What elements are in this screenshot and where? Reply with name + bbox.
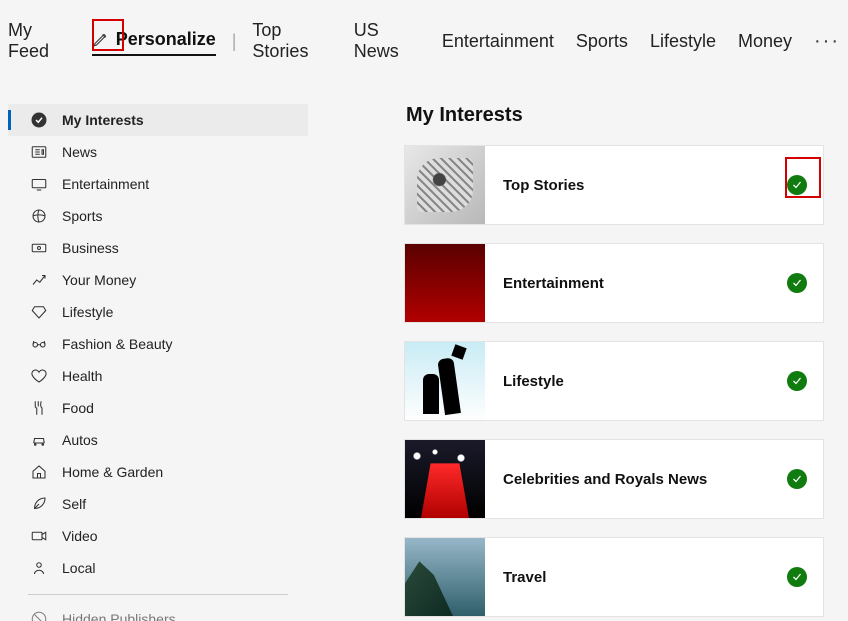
interest-card-entertainment[interactable]: Entertainment [404, 243, 824, 323]
sidebar-item-label: Local [62, 560, 95, 576]
top-nav: My Feed Personalize | Top Stories US New… [0, 0, 848, 76]
sidebar-item-video[interactable]: Video [8, 520, 308, 552]
ball-icon [30, 207, 48, 225]
sidebar-item-business[interactable]: Business [8, 232, 308, 264]
nav-entertainment[interactable]: Entertainment [442, 29, 554, 54]
interest-toggle-check[interactable] [787, 371, 807, 391]
sidebar-item-label: Health [62, 368, 102, 384]
sidebar-separator [28, 594, 288, 595]
nav-lifestyle[interactable]: Lifestyle [650, 29, 716, 54]
sidebar-item-autos[interactable]: Autos [8, 424, 308, 456]
chart-icon [30, 271, 48, 289]
interest-card-lifestyle[interactable]: Lifestyle [404, 341, 824, 421]
interest-card-label: Travel [485, 569, 787, 586]
sidebar-item-lifestyle[interactable]: Lifestyle [8, 296, 308, 328]
nav-more-button[interactable]: ··· [814, 30, 840, 53]
sidebar-item-food[interactable]: Food [8, 392, 308, 424]
sidebar-item-entertainment[interactable]: Entertainment [8, 168, 308, 200]
home-icon [30, 463, 48, 481]
sidebar-item-news[interactable]: News [8, 136, 308, 168]
video-icon [30, 527, 48, 545]
car-icon [30, 431, 48, 449]
interest-card-label: Entertainment [485, 275, 787, 292]
sidebar-item-label: Sports [62, 208, 102, 224]
sidebar-item-self[interactable]: Self [8, 488, 308, 520]
sidebar-item-label: Business [62, 240, 119, 256]
person-pin-icon [30, 559, 48, 577]
thumbnail-red-carpet [405, 440, 485, 518]
sidebar-item-label: News [62, 144, 97, 160]
thumbnail-fjord [405, 538, 485, 616]
nav-personalize-label: Personalize [116, 29, 216, 50]
sidebar-item-label: Video [62, 528, 98, 544]
food-icon [30, 399, 48, 417]
check-circle-icon [30, 111, 48, 129]
sidebar-item-hidden-publishers[interactable]: Hidden Publishers [8, 603, 308, 621]
money-icon [30, 239, 48, 257]
blocked-icon [30, 610, 48, 621]
interest-card-travel[interactable]: Travel [404, 537, 824, 617]
main-layout: My Interests News Entertainment Sports B… [0, 76, 848, 621]
sidebar-item-label: Home & Garden [62, 464, 163, 480]
interest-toggle-check[interactable] [787, 469, 807, 489]
sidebar-item-label: Lifestyle [62, 304, 113, 320]
nav-money[interactable]: Money [738, 29, 792, 54]
sidebar-item-fashion[interactable]: Fashion & Beauty [8, 328, 308, 360]
sidebar-item-home-garden[interactable]: Home & Garden [8, 456, 308, 488]
sidebar-item-label: Autos [62, 432, 98, 448]
nav-personalize[interactable]: Personalize [92, 27, 216, 56]
sidebar-item-label: Entertainment [62, 176, 149, 192]
sidebar-item-local[interactable]: Local [8, 552, 308, 584]
sidebar-item-label: Self [62, 496, 86, 512]
interest-card-label: Lifestyle [485, 373, 787, 390]
interest-card-top-stories[interactable]: Top Stories [404, 145, 824, 225]
sidebar-item-label: My Interests [62, 112, 144, 128]
glasses-icon [30, 335, 48, 353]
newspaper-icon [30, 143, 48, 161]
interest-card-label: Celebrities and Royals News [485, 471, 787, 488]
leaf-icon [30, 495, 48, 513]
sidebar-item-label: Fashion & Beauty [62, 336, 173, 352]
heart-icon [30, 367, 48, 385]
nav-sports[interactable]: Sports [576, 29, 628, 54]
pencil-icon [92, 30, 110, 48]
thumbnail-newspaper [405, 146, 485, 224]
nav-my-feed[interactable]: My Feed [8, 18, 70, 64]
interest-toggle-check[interactable] [787, 273, 807, 293]
sidebar-item-your-money[interactable]: Your Money [8, 264, 308, 296]
sidebar-item-health[interactable]: Health [8, 360, 308, 392]
nav-us-news[interactable]: US News [354, 18, 420, 64]
sidebar-item-label: Your Money [62, 272, 136, 288]
sidebar: My Interests News Entertainment Sports B… [8, 104, 308, 621]
nav-separator: | [232, 31, 237, 52]
diamond-icon [30, 303, 48, 321]
content-panel: My Interests Top Stories Entertainment L… [404, 104, 840, 621]
thumbnail-silhouette [405, 342, 485, 420]
interest-toggle-check[interactable] [787, 175, 807, 195]
sidebar-item-my-interests[interactable]: My Interests [8, 104, 308, 136]
page-title: My Interests [406, 104, 840, 127]
thumbnail-curtain [405, 244, 485, 322]
interest-card-label: Top Stories [485, 177, 787, 194]
sidebar-item-label: Food [62, 400, 94, 416]
tv-icon [30, 175, 48, 193]
nav-top-stories[interactable]: Top Stories [252, 18, 331, 64]
sidebar-item-label: Hidden Publishers [62, 611, 176, 621]
interest-toggle-check[interactable] [787, 567, 807, 587]
interest-card-celebrities[interactable]: Celebrities and Royals News [404, 439, 824, 519]
sidebar-item-sports[interactable]: Sports [8, 200, 308, 232]
